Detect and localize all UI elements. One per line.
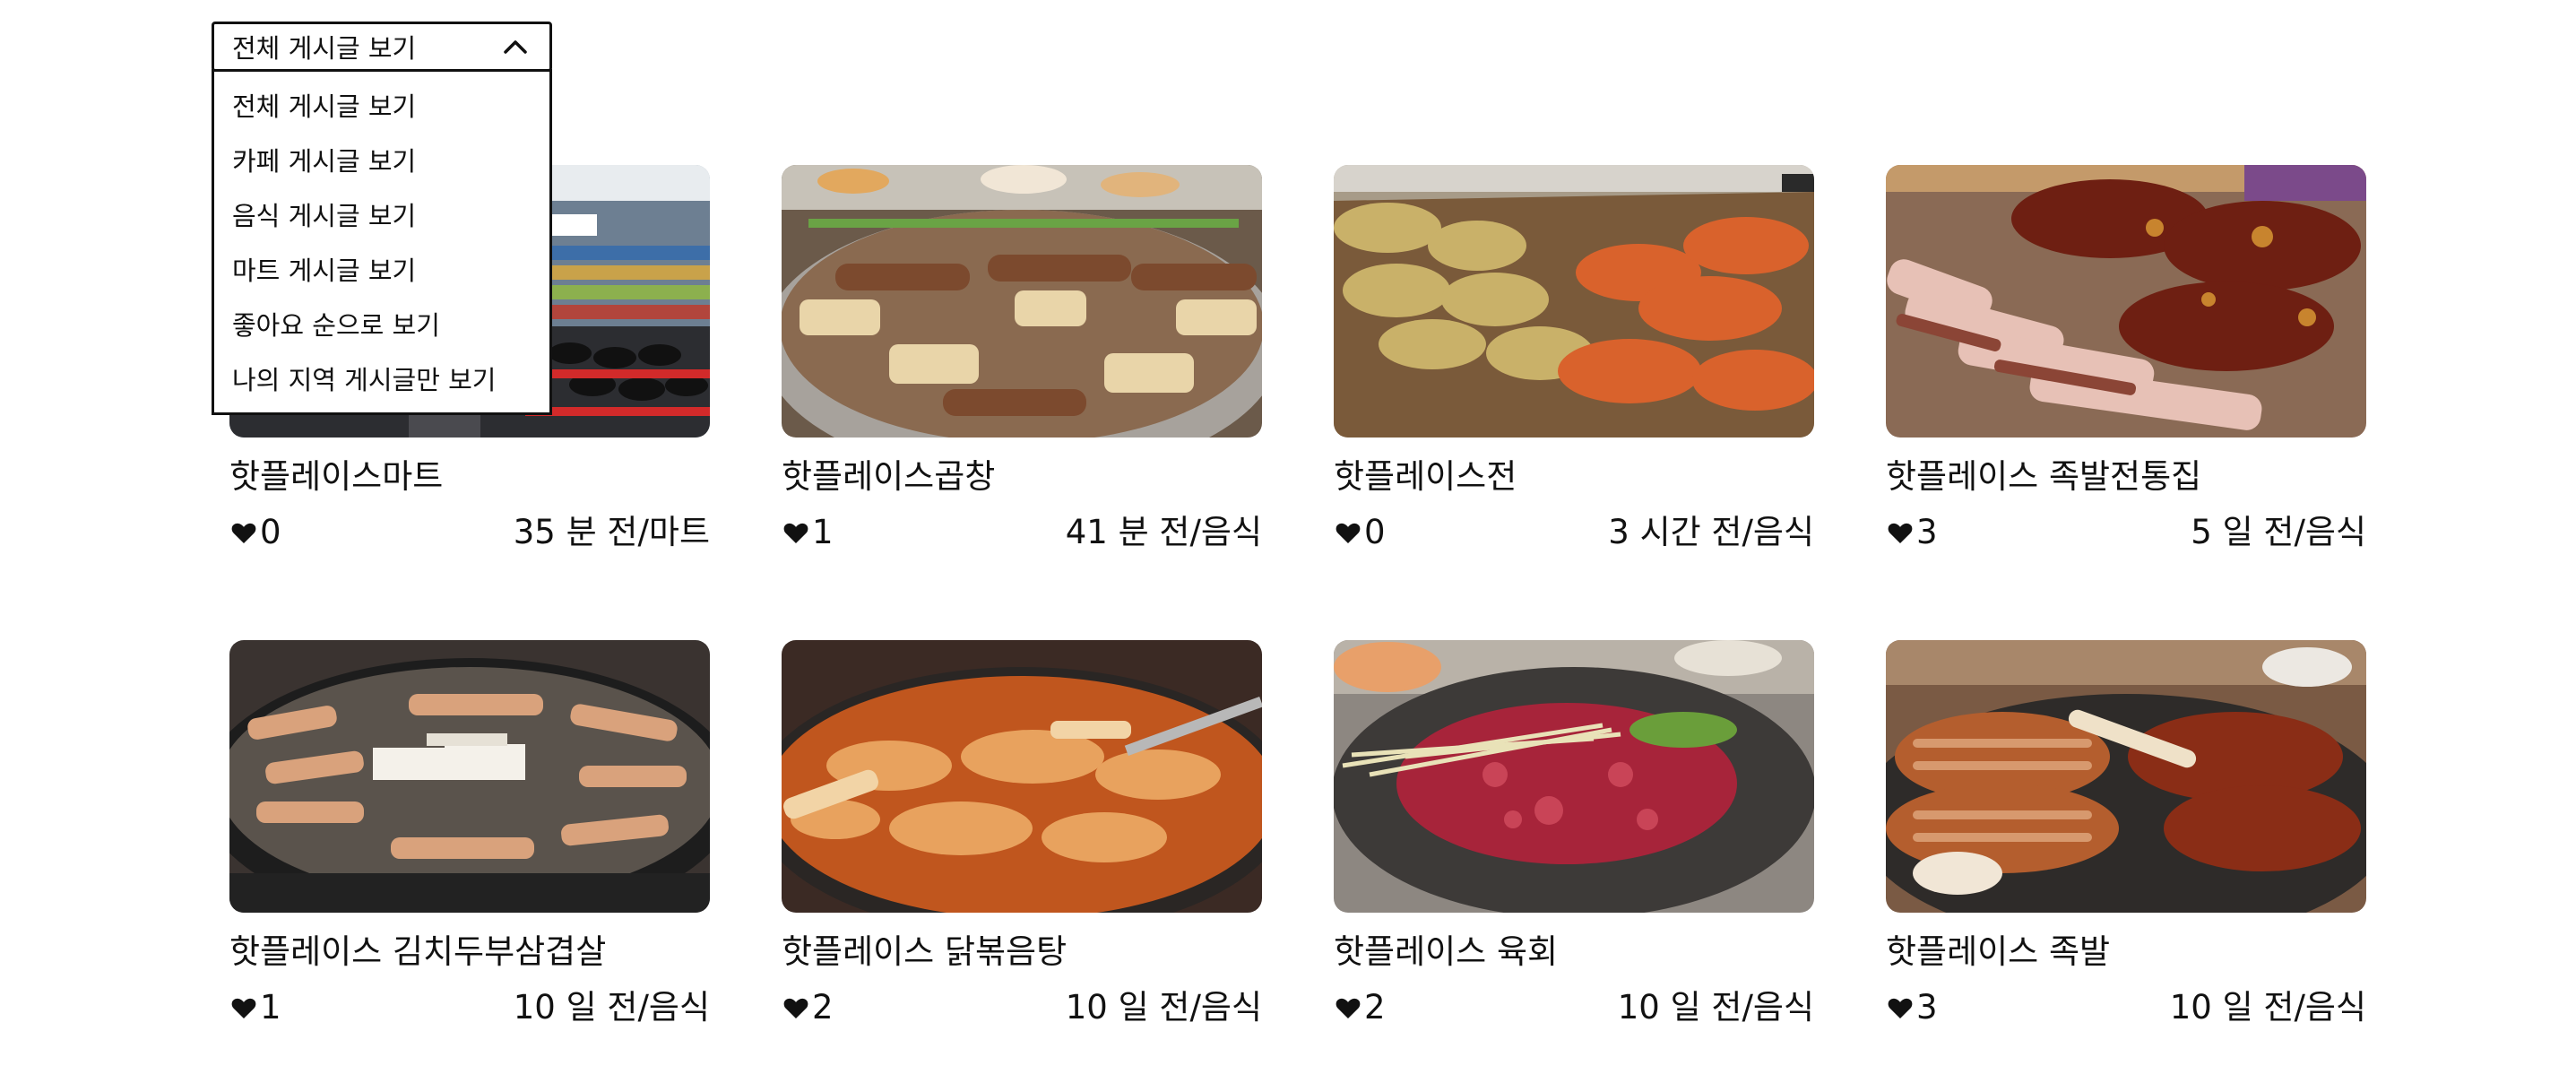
post-meta-row: 3 10 일 전/음식 (1886, 986, 2366, 1029)
post-card[interactable]: 핫플레이스곱창 1 41 분 전/음식 (782, 165, 1262, 554)
post-title[interactable]: 핫플레이스 김치두부삼겹살 (229, 931, 710, 974)
like-count[interactable]: 1 (782, 511, 834, 554)
post-image[interactable] (229, 640, 710, 913)
filter-option-all[interactable]: 전체 게시글 보기 (214, 77, 549, 132)
filter-option-mart[interactable]: 마트 게시글 보기 (214, 241, 549, 296)
post-time-category: 10 일 전/음식 (1617, 988, 1814, 1027)
post-card[interactable]: 핫플레이스 김치두부삼겹살 1 10 일 전/음식 (229, 640, 710, 1029)
post-card[interactable]: 핫플레이스 닭볶음탕 2 10 일 전/음식 (782, 640, 1262, 1029)
post-image[interactable] (1334, 640, 1814, 913)
like-count[interactable]: 0 (1334, 511, 1386, 554)
post-filter-dropdown[interactable]: 전체 게시글 보기 전체 게시글 보기 카페 게시글 보기 음식 게시글 보기 … (212, 22, 552, 415)
like-count[interactable]: 2 (782, 986, 834, 1029)
post-time-category: 41 분 전/음식 (1065, 513, 1262, 551)
post-card[interactable]: 핫플레이스 육회 2 10 일 전/음식 (1334, 640, 1814, 1029)
post-title[interactable]: 핫플레이스전 (1334, 455, 1814, 498)
post-title[interactable]: 핫플레이스마트 (229, 455, 710, 498)
post-time-category: 10 일 전/음식 (513, 988, 710, 1027)
like-count-value: 1 (812, 513, 834, 551)
heart-icon[interactable] (229, 993, 258, 1022)
post-meta-row: 1 10 일 전/음식 (229, 986, 710, 1029)
post-card[interactable]: 핫플레이스 족발전통집 3 5 일 전/음식 (1886, 165, 2366, 554)
post-card[interactable]: 핫플레이스전 0 3 시간 전/음식 (1334, 165, 1814, 554)
post-image[interactable] (1886, 640, 2366, 913)
post-time-category: 10 일 전/음식 (1065, 988, 1262, 1027)
like-count-value: 2 (812, 988, 834, 1027)
heart-icon[interactable] (1334, 993, 1362, 1022)
like-count[interactable]: 3 (1886, 511, 1938, 554)
like-count-value: 3 (1916, 513, 1938, 551)
filter-option-likes[interactable]: 좋아요 순으로 보기 (214, 296, 549, 351)
post-image[interactable] (1334, 165, 1814, 438)
post-title[interactable]: 핫플레이스 족발 (1886, 931, 2366, 974)
post-image[interactable] (782, 640, 1262, 913)
filter-selected-label: 전체 게시글 보기 (232, 33, 417, 64)
heart-icon[interactable] (782, 518, 810, 547)
post-meta-row: 2 10 일 전/음식 (782, 986, 1262, 1029)
post-time-category: 10 일 전/음식 (2169, 988, 2366, 1027)
post-card[interactable]: 핫플레이스 족발 3 10 일 전/음식 (1886, 640, 2366, 1029)
post-title[interactable]: 핫플레이스 족발전통집 (1886, 455, 2366, 498)
post-image[interactable] (782, 165, 1262, 438)
post-meta-row: 3 5 일 전/음식 (1886, 511, 2366, 554)
post-time-category: 3 시간 전/음식 (1608, 513, 1814, 551)
post-title[interactable]: 핫플레이스 닭볶음탕 (782, 931, 1262, 974)
post-title[interactable]: 핫플레이스곱창 (782, 455, 1262, 498)
filter-option-cafe[interactable]: 카페 게시글 보기 (214, 132, 549, 186)
heart-icon[interactable] (1886, 993, 1915, 1022)
like-count-value: 0 (1364, 513, 1386, 551)
post-meta-row: 2 10 일 전/음식 (1334, 986, 1814, 1029)
like-count[interactable]: 2 (1334, 986, 1386, 1029)
heart-icon[interactable] (229, 518, 258, 547)
post-meta-row: 0 3 시간 전/음식 (1334, 511, 1814, 554)
post-meta-row: 0 35 분 전/마트 (229, 511, 710, 554)
post-meta-row: 1 41 분 전/음식 (782, 511, 1262, 554)
like-count-value: 1 (260, 988, 281, 1027)
like-count-value: 2 (1364, 988, 1386, 1027)
filter-option-my-region[interactable]: 나의 지역 게시글만 보기 (214, 351, 549, 405)
filter-select[interactable]: 전체 게시글 보기 (212, 22, 552, 72)
filter-options-menu: 전체 게시글 보기 카페 게시글 보기 음식 게시글 보기 마트 게시글 보기 … (212, 69, 552, 415)
like-count-value: 0 (260, 513, 281, 551)
post-time-category: 35 분 전/마트 (513, 513, 710, 551)
heart-icon[interactable] (782, 993, 810, 1022)
like-count[interactable]: 1 (229, 986, 281, 1029)
heart-icon[interactable] (1334, 518, 1362, 547)
like-count[interactable]: 3 (1886, 986, 1938, 1029)
post-list-page: 핫플레이스마트 0 35 분 전/마트 핫플레이스곱창 1 41 분 전/음식 … (0, 0, 2576, 1083)
post-title[interactable]: 핫플레이스 육회 (1334, 931, 1814, 974)
like-count[interactable]: 0 (229, 511, 281, 554)
like-count-value: 3 (1916, 988, 1938, 1027)
filter-option-food[interactable]: 음식 게시글 보기 (214, 186, 549, 241)
heart-icon[interactable] (1886, 518, 1915, 547)
post-image[interactable] (1886, 165, 2366, 438)
chevron-up-icon[interactable] (503, 39, 528, 55)
post-time-category: 5 일 전/음식 (2191, 513, 2366, 551)
